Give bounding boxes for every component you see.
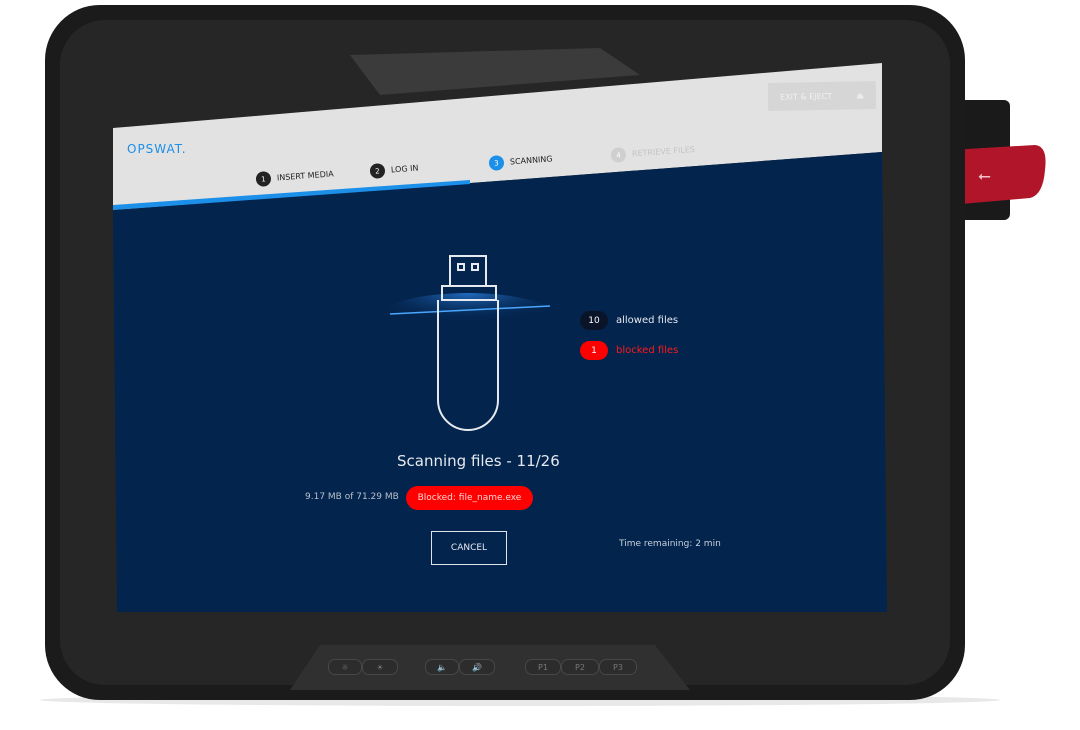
- step-number: 3: [488, 154, 505, 171]
- brightness-up-icon: ☀: [376, 662, 384, 672]
- blocked-file-badge: Blocked: file_name.exe: [406, 486, 533, 510]
- p3-button[interactable]: P3: [599, 659, 637, 675]
- step-label: INSERT MEDIA: [276, 169, 334, 183]
- step-label: SCANNING: [509, 154, 553, 167]
- volume-up-icon: 🔊: [472, 662, 482, 672]
- svg-text:⭠: ⭠: [978, 166, 991, 185]
- blocked-label: blocked files: [616, 345, 679, 356]
- tablet-device: ⭠: [40, 5, 1046, 706]
- step-number: 2: [369, 162, 386, 179]
- eject-icon: ⏏: [856, 90, 864, 100]
- allowed-count-badge: 10: [580, 311, 608, 330]
- step-label: RETRIEVE FILES: [631, 144, 696, 159]
- p2-button[interactable]: P2: [561, 659, 599, 675]
- volume-up-button[interactable]: 🔊: [459, 659, 495, 675]
- scan-progress-text: 9.17 MB of 71.29 MB: [305, 492, 399, 502]
- scan-title: Scanning files - 11/26: [397, 452, 560, 470]
- exit-eject-label: EXIT & EJECT: [780, 91, 833, 102]
- step-number: 4: [610, 146, 627, 163]
- blocked-files-count: 1 blocked files: [580, 341, 678, 360]
- step-label: LOG IN: [390, 163, 419, 175]
- p1-button[interactable]: P1: [525, 659, 561, 675]
- exit-eject-button[interactable]: EXIT & EJECT ⏏: [767, 81, 877, 111]
- opswat-logo: OPSWAT.: [127, 142, 187, 156]
- blocked-count-badge: 1: [580, 341, 608, 360]
- step-number: 1: [255, 170, 272, 187]
- allowed-files-count: 10 allowed files: [580, 311, 678, 330]
- brightness-down-icon: ☼: [341, 662, 349, 672]
- brightness-down-button[interactable]: ☼: [328, 659, 362, 675]
- brightness-up-button[interactable]: ☀: [362, 659, 398, 675]
- time-remaining: Time remaining: 2 min: [619, 539, 721, 549]
- volume-down-button[interactable]: 🔈: [425, 659, 459, 675]
- volume-down-icon: 🔈: [437, 662, 447, 672]
- cancel-button[interactable]: CANCEL: [431, 531, 507, 565]
- allowed-label: allowed files: [616, 315, 679, 326]
